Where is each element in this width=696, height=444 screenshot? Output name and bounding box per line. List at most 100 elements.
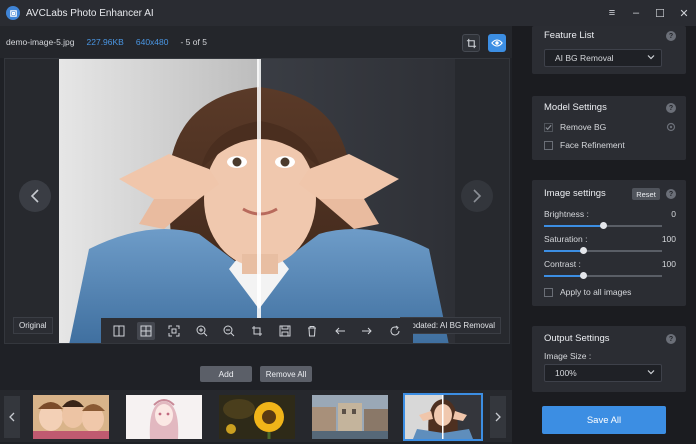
zoom-out-icon xyxy=(223,325,235,336)
side-by-side-button[interactable] xyxy=(137,321,156,340)
save-all-button[interactable]: Save All xyxy=(542,406,666,434)
feature-list-title: Feature List xyxy=(544,30,595,41)
remove-bg-label: Remove BG xyxy=(560,122,607,132)
image-size-label: Image Size : xyxy=(544,351,592,361)
feature-select[interactable]: AI BG Removal xyxy=(544,49,662,67)
next-button[interactable] xyxy=(358,322,376,340)
trash-icon xyxy=(308,325,317,336)
feature-select-value: AI BG Removal xyxy=(555,53,614,63)
brightness-slider[interactable] xyxy=(544,222,662,229)
face-refinement-option[interactable]: Face Refinement xyxy=(544,140,625,150)
file-size: 227.96KB xyxy=(86,37,124,47)
apply-all-label: Apply to all images xyxy=(560,287,632,297)
add-button[interactable]: Add xyxy=(200,366,252,382)
chevron-left-icon xyxy=(9,412,15,422)
apply-all-checkbox[interactable] xyxy=(544,287,553,297)
preview-toggle-button[interactable] xyxy=(488,34,506,52)
strip-previous-button[interactable] xyxy=(4,396,20,438)
crop-tool-button[interactable] xyxy=(248,322,266,340)
title-bar: AVCLabs Photo Enhancer AI ≡ – ☐ ✕ xyxy=(0,0,696,26)
brightness-label: Brightness : xyxy=(544,209,589,219)
image-settings-card: Image settings Reset ? Brightness : 0 Sa… xyxy=(532,180,686,306)
contrast-label: Contrast : xyxy=(544,259,581,269)
save-icon xyxy=(279,325,291,336)
chevron-down-icon xyxy=(647,55,655,60)
remove-all-button[interactable]: Remove All xyxy=(260,366,312,382)
brightness-value: 0 xyxy=(671,209,676,219)
saturation-label: Saturation : xyxy=(544,234,588,244)
maximize-button[interactable]: ☐ xyxy=(654,6,666,20)
updated-label: Updated: AI BG Removal xyxy=(399,317,501,334)
chevron-left-icon xyxy=(30,189,39,203)
eye-icon xyxy=(491,39,503,47)
chevron-right-icon xyxy=(473,189,482,203)
crop-icon xyxy=(466,38,476,48)
model-settings-title: Model Settings xyxy=(544,102,607,113)
comparison-photo xyxy=(59,59,455,343)
feature-list-card: Feature List ? AI BG Removal xyxy=(532,26,686,74)
thumbnail-city-street[interactable] xyxy=(312,395,388,439)
check-icon xyxy=(545,124,552,130)
original-label: Original xyxy=(13,317,53,334)
chevron-right-icon xyxy=(495,412,501,422)
split-view-icon xyxy=(113,325,125,336)
image-size-value: 100% xyxy=(555,368,577,378)
strip-next-button[interactable] xyxy=(490,396,506,438)
reset-button[interactable]: Reset xyxy=(632,188,660,200)
thumbnail-sunflower[interactable] xyxy=(219,395,295,439)
fit-screen-button[interactable] xyxy=(165,322,183,340)
previous-image-button[interactable] xyxy=(19,180,51,212)
delete-button[interactable] xyxy=(303,322,321,340)
app-title: AVCLabs Photo Enhancer AI xyxy=(26,7,154,19)
image-dimensions: 640x480 xyxy=(135,37,169,47)
remove-bg-checkbox[interactable] xyxy=(544,122,553,132)
thumbnail-group-selfie[interactable] xyxy=(33,395,109,439)
menu-icon[interactable]: ≡ xyxy=(606,6,618,20)
output-settings-title: Output Settings xyxy=(544,333,610,344)
image-size-select[interactable]: 100% xyxy=(544,364,662,382)
image-counter: - 5 of 5 xyxy=(180,37,207,47)
brightness-slider-handle[interactable] xyxy=(600,222,607,229)
zoom-in-button[interactable] xyxy=(193,322,211,340)
feature-list-help-icon[interactable]: ? xyxy=(666,31,676,41)
rotate-icon xyxy=(390,325,400,335)
zoom-out-button[interactable] xyxy=(220,322,238,340)
rotate-button[interactable] xyxy=(386,322,404,340)
saturation-slider-handle[interactable] xyxy=(579,247,587,254)
thumbnail-anime-girl[interactable] xyxy=(126,395,202,439)
face-refinement-checkbox[interactable] xyxy=(544,140,553,150)
model-settings-help-icon[interactable]: ? xyxy=(666,103,676,113)
crop-icon xyxy=(251,325,262,336)
output-settings-help-icon[interactable]: ? xyxy=(666,334,676,344)
arrow-right-icon xyxy=(362,327,373,334)
image-canvas: Original Updated: AI BG Removal xyxy=(4,58,510,344)
contrast-slider[interactable] xyxy=(544,272,662,279)
model-settings-card: Model Settings ? Remove BG Face Refineme… xyxy=(532,96,686,160)
chevron-down-icon xyxy=(647,370,655,375)
image-settings-title: Image settings xyxy=(544,188,606,199)
split-view-button[interactable] xyxy=(110,322,128,340)
arrow-left-icon xyxy=(335,327,345,334)
thumbnail-strip xyxy=(0,390,512,442)
contrast-slider-handle[interactable] xyxy=(579,272,587,279)
fit-screen-icon xyxy=(168,325,180,336)
contrast-value: 100 xyxy=(661,259,676,269)
next-image-button[interactable] xyxy=(461,180,493,212)
image-settings-help-icon[interactable]: ? xyxy=(666,189,676,199)
file-name: demo-image-5.jpg xyxy=(6,37,75,47)
close-button[interactable]: ✕ xyxy=(678,6,690,20)
gear-icon[interactable] xyxy=(666,122,676,132)
zoom-in-icon xyxy=(196,325,208,336)
saturation-slider[interactable] xyxy=(544,247,662,254)
thumbnail-woman-peace[interactable] xyxy=(403,393,483,441)
grid-view-icon xyxy=(140,325,152,336)
apply-all-option[interactable]: Apply to all images xyxy=(544,287,631,297)
face-refinement-label: Face Refinement xyxy=(560,140,625,150)
crop-button[interactable] xyxy=(462,34,480,52)
settings-panel: Feature List ? AI BG Removal Model Setti… xyxy=(512,26,696,444)
remove-bg-option[interactable]: Remove BG xyxy=(544,122,606,132)
save-image-button[interactable] xyxy=(276,322,294,340)
minimize-button[interactable]: – xyxy=(630,6,642,20)
previous-button[interactable] xyxy=(331,322,349,340)
output-settings-card: Output Settings ? Image Size : 100% xyxy=(532,326,686,392)
